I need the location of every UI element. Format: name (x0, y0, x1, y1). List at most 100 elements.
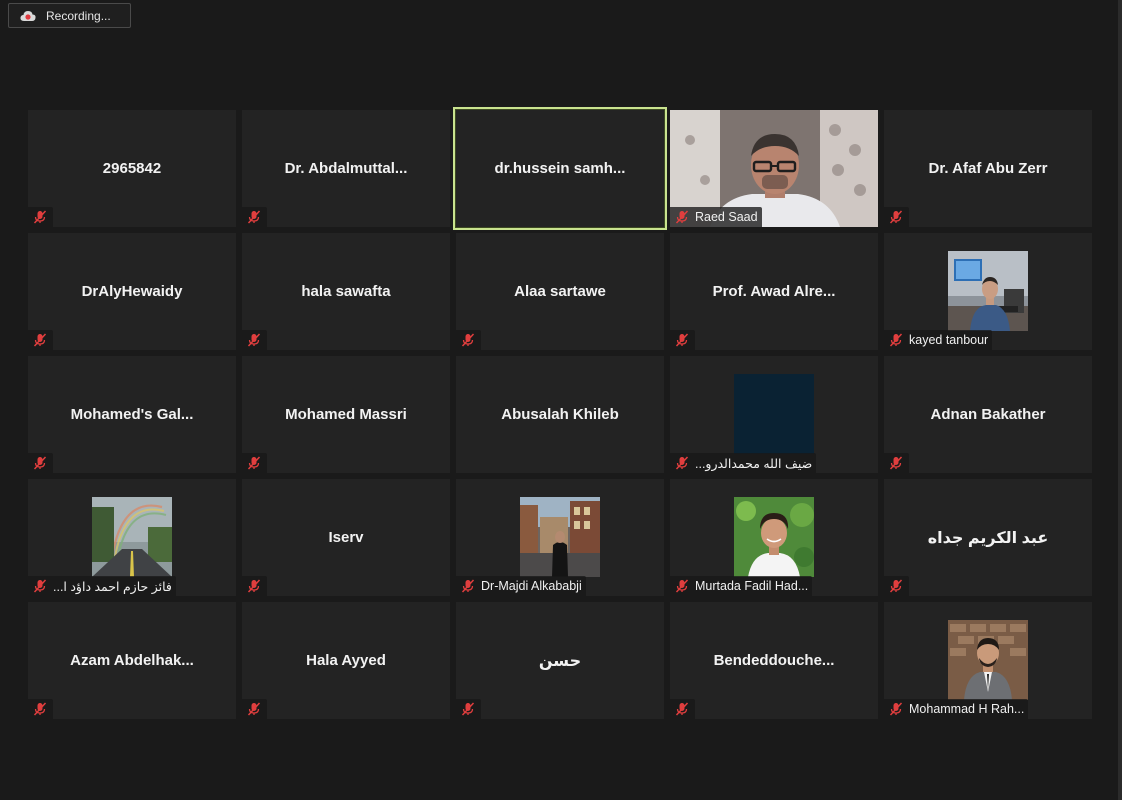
participant-nameplate: Murtada Fadil Had... (670, 576, 813, 596)
participant-nameplate: Dr-Majdi Alkababji (456, 576, 586, 596)
cloud-record-icon (20, 8, 36, 24)
participant-label: Mohammad H Rah... (909, 702, 1025, 716)
mic-muted-icon (673, 208, 691, 226)
mic-muted-icon (673, 454, 691, 472)
participant-nameplate (670, 330, 695, 350)
mic-muted-icon (245, 208, 263, 226)
mic-muted-icon (245, 577, 263, 595)
mic-muted-icon (887, 577, 905, 595)
participant-name: Prof. Awad Alre... (712, 283, 836, 300)
profile-picture (734, 374, 814, 454)
participant-name: Mohamed's Gal... (70, 406, 194, 423)
participant-name: Azam Abdelhak... (70, 652, 194, 669)
participant-label: Raed Saad (695, 210, 758, 224)
participant-nameplate (28, 330, 53, 350)
participant-nameplate (670, 699, 695, 719)
mic-muted-icon (245, 700, 263, 718)
participant-nameplate (884, 453, 909, 473)
profile-picture (520, 497, 600, 577)
mic-muted-icon (673, 577, 691, 595)
participant-nameplate (884, 207, 909, 227)
participant-tile[interactable]: Mohamed's Gal... (28, 356, 236, 473)
participant-nameplate (28, 453, 53, 473)
participant-tile[interactable]: 2965842 (28, 110, 236, 227)
participant-name: Dr. Abdalmuttal... (284, 160, 408, 177)
participant-nameplate: kayed tanbour (884, 330, 993, 350)
participant-nameplate (242, 453, 267, 473)
participant-nameplate (242, 699, 267, 719)
participant-tile[interactable]: Azam Abdelhak... (28, 602, 236, 719)
participant-nameplate (456, 699, 481, 719)
participant-nameplate (242, 207, 267, 227)
participant-nameplate (242, 576, 267, 596)
mic-muted-icon (887, 331, 905, 349)
profile-picture (948, 251, 1028, 331)
recording-label: Recording... (46, 8, 111, 23)
participant-tile[interactable]: فائز حازم احمد داؤد ا... (28, 479, 236, 596)
mic-muted-icon (459, 700, 477, 718)
participant-name: عبد الكريم جداه (927, 529, 1049, 547)
participant-tile[interactable]: Bendeddouche... (670, 602, 878, 719)
participant-tile[interactable]: Dr. Afaf Abu Zerr (884, 110, 1092, 227)
mic-muted-icon (31, 331, 49, 349)
participant-tile[interactable]: kayed tanbour (884, 233, 1092, 350)
participant-tile[interactable]: حسن (456, 602, 664, 719)
participant-name: Hala Ayyed (306, 652, 386, 669)
participant-video-tile[interactable]: Raed Saad (670, 110, 878, 227)
mic-muted-icon (245, 331, 263, 349)
mic-muted-icon (459, 577, 477, 595)
participant-name: Alaa sartawe (514, 283, 606, 300)
participant-nameplate: ضيف الله محمدالدرو... (670, 453, 817, 473)
participant-tile[interactable]: Dr. Abdalmuttal... (242, 110, 450, 227)
participant-name: hala sawafta (301, 283, 391, 300)
participant-nameplate (28, 699, 53, 719)
participant-name: Adnan Bakather (930, 406, 1046, 423)
participant-name: Iserv (328, 529, 364, 546)
mic-muted-icon (31, 577, 49, 595)
participant-name: dr.hussein samh... (494, 160, 626, 177)
mic-muted-icon (887, 208, 905, 226)
mic-muted-icon (31, 208, 49, 226)
mic-muted-icon (245, 454, 263, 472)
mic-muted-icon (673, 331, 691, 349)
participant-name: Dr. Afaf Abu Zerr (928, 160, 1048, 177)
participant-label: Dr-Majdi Alkababji (481, 579, 582, 593)
participant-tile[interactable]: ضيف الله محمدالدرو... (670, 356, 878, 473)
participant-nameplate: Raed Saad (670, 207, 762, 227)
participant-label: kayed tanbour (909, 333, 989, 347)
participant-tile[interactable]: Mohamed Massri (242, 356, 450, 473)
participant-tile[interactable]: Hala Ayyed (242, 602, 450, 719)
participant-tile[interactable]: Dr-Majdi Alkababji (456, 479, 664, 596)
mic-muted-icon (459, 331, 477, 349)
participant-tile[interactable]: Iserv (242, 479, 450, 596)
participant-tile[interactable]: عبد الكريم جداه (884, 479, 1092, 596)
mic-muted-icon (673, 700, 691, 718)
mic-muted-icon (31, 700, 49, 718)
participant-name: Mohamed Massri (285, 406, 407, 423)
participant-nameplate (28, 207, 53, 227)
participant-name: Bendeddouche... (713, 652, 835, 669)
mic-muted-icon (887, 454, 905, 472)
profile-picture (948, 620, 1028, 700)
participant-tile[interactable]: Alaa sartawe (456, 233, 664, 350)
participant-label: فائز حازم احمد داؤد ا... (53, 579, 172, 594)
participant-tile[interactable]: Murtada Fadil Had... (670, 479, 878, 596)
participant-label: ضيف الله محمدالدرو... (695, 456, 813, 471)
window-right-edge (1118, 0, 1122, 800)
profile-picture (92, 497, 172, 577)
participant-tile[interactable]: hala sawafta (242, 233, 450, 350)
participant-tile[interactable]: Prof. Awad Alre... (670, 233, 878, 350)
participant-nameplate (884, 576, 909, 596)
active-speaker-tile[interactable]: dr.hussein samh... (453, 107, 667, 230)
participant-tile[interactable]: DrAlyHewaidy (28, 233, 236, 350)
recording-indicator[interactable]: Recording... (8, 3, 131, 28)
participant-nameplate: فائز حازم احمد داؤد ا... (28, 576, 176, 596)
participant-nameplate: Mohammad H Rah... (884, 699, 1029, 719)
mic-muted-icon (887, 700, 905, 718)
participant-tile[interactable]: Mohammad H Rah... (884, 602, 1092, 719)
participant-tile[interactable]: Adnan Bakather (884, 356, 1092, 473)
participant-nameplate (456, 330, 481, 350)
participant-tile[interactable]: Abusalah Khileb (456, 356, 664, 473)
mic-muted-icon (31, 454, 49, 472)
profile-picture (734, 497, 814, 577)
